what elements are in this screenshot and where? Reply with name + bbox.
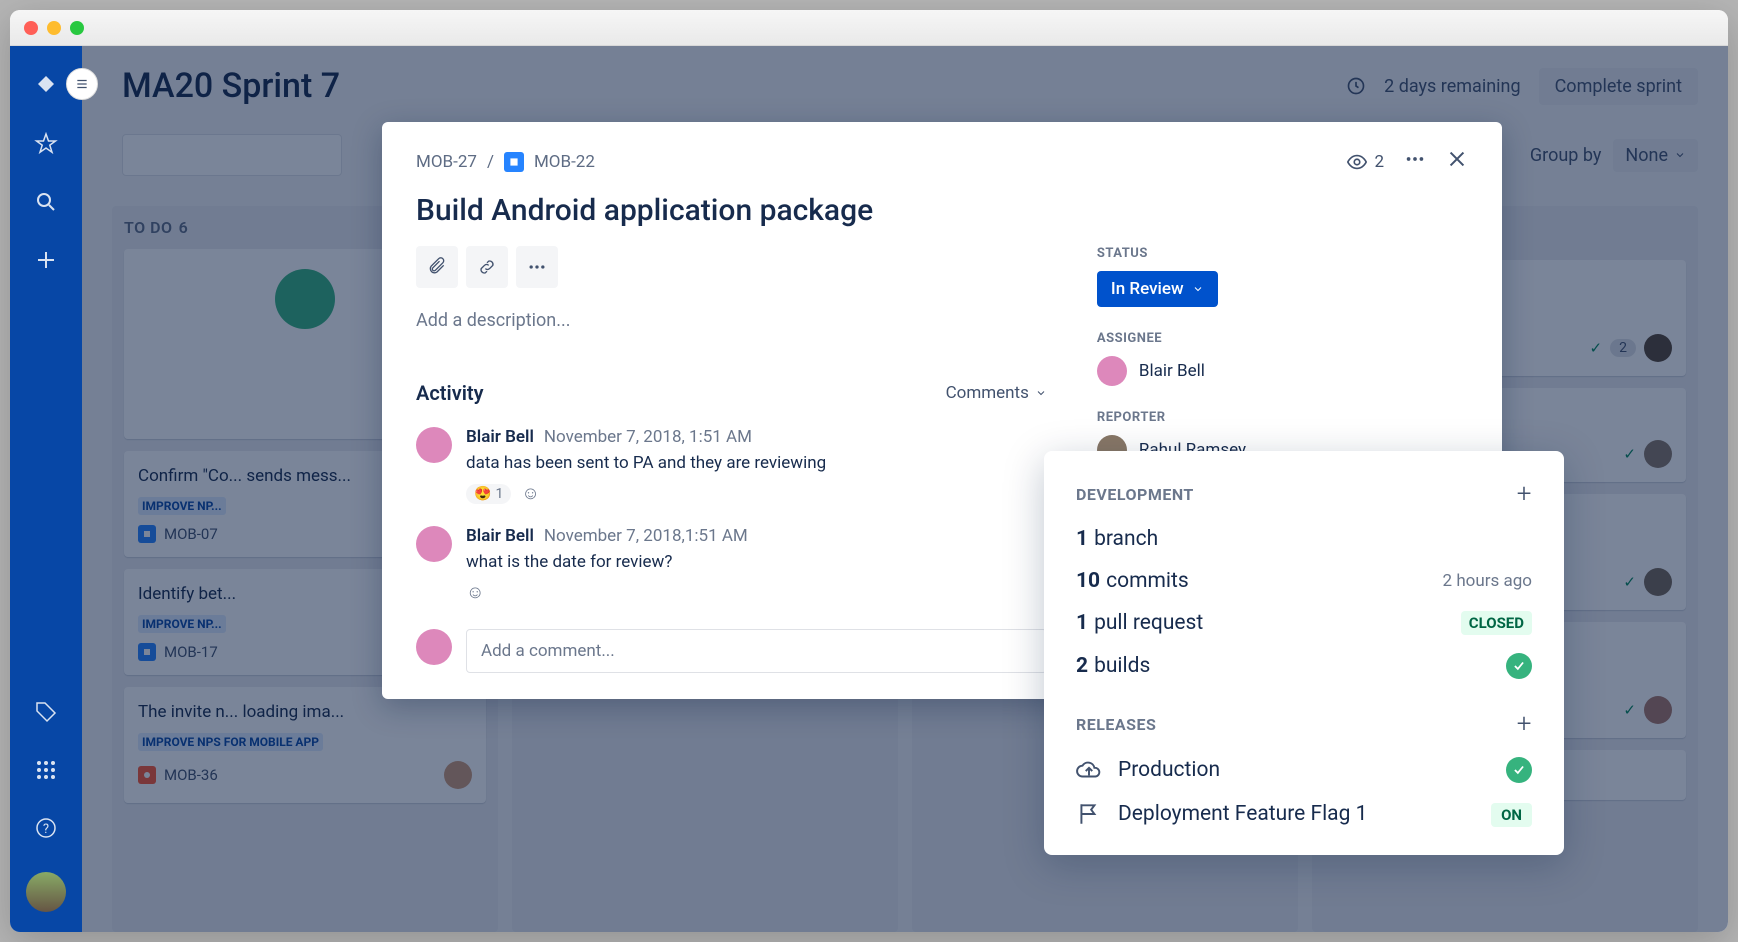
attachment-icon xyxy=(427,257,447,277)
builds-row[interactable]: 2builds xyxy=(1076,653,1532,679)
close-icon xyxy=(1446,148,1468,170)
global-sidebar: ? xyxy=(10,46,82,932)
more-actions-button[interactable] xyxy=(1404,148,1426,175)
link-icon xyxy=(477,257,497,277)
attach-button[interactable] xyxy=(416,246,458,288)
window-minimize-icon[interactable] xyxy=(47,21,61,35)
parent-issue-link[interactable]: MOB-27 xyxy=(416,152,477,172)
close-button[interactable] xyxy=(1446,148,1468,175)
assignee-field[interactable]: Blair Bell xyxy=(1097,356,1468,386)
feature-flag-row[interactable]: Deployment Feature Flag 1 ON xyxy=(1076,801,1532,827)
deploy-success-icon xyxy=(1506,757,1532,783)
window-zoom-icon[interactable] xyxy=(70,21,84,35)
jira-logo-icon[interactable] xyxy=(32,72,60,100)
pull-request-row[interactable]: 1pull request CLOSED xyxy=(1076,611,1532,635)
pr-status-badge: CLOSED xyxy=(1461,611,1532,635)
comment: Blair Bell November 7, 2018, 1:51 AM data… xyxy=(416,427,1047,504)
search-icon[interactable] xyxy=(32,188,60,216)
comment-text: data has been sent to PA and they are re… xyxy=(466,453,1047,473)
comment-input[interactable]: Add a comment... xyxy=(466,629,1047,673)
chevron-down-icon xyxy=(1035,387,1047,399)
watchers-count: 2 xyxy=(1374,152,1384,172)
comment-date: November 7, 2018,1:51 AM xyxy=(544,526,748,546)
add-reaction-button[interactable]: ☺ xyxy=(521,483,539,504)
release-env-row[interactable]: Production xyxy=(1076,757,1532,783)
help-icon[interactable]: ? xyxy=(32,814,60,842)
comment: Blair Bell November 7, 2018,1:51 AM what … xyxy=(416,526,1047,603)
development-heading: DEVELOPMENT xyxy=(1076,485,1194,504)
watch-button[interactable]: 2 xyxy=(1346,151,1384,173)
issue-key-link[interactable]: MOB-22 xyxy=(534,152,595,172)
comment-author: Blair Bell xyxy=(466,427,534,447)
comment-text: what is the date for review? xyxy=(466,552,1047,572)
releases-heading: RELEASES xyxy=(1076,715,1156,734)
status-label: STATUS xyxy=(1097,246,1468,261)
comment-avatar xyxy=(416,526,452,562)
more-icon xyxy=(527,257,547,277)
description-input[interactable]: Add a description... xyxy=(416,310,1047,331)
apps-icon[interactable] xyxy=(32,756,60,784)
heart-eyes-icon: 😍 xyxy=(474,486,491,502)
comment-author: Blair Bell xyxy=(466,526,534,546)
window-close-icon[interactable] xyxy=(24,21,38,35)
tag-icon[interactable] xyxy=(32,698,60,726)
add-development-button[interactable]: + xyxy=(1517,479,1532,509)
issue-title[interactable]: Build Android application package xyxy=(416,193,1468,228)
commits-row[interactable]: 10commits 2 hours ago xyxy=(1076,569,1532,593)
chevron-down-icon xyxy=(1192,283,1204,295)
assignee-avatar xyxy=(1097,356,1127,386)
cloud-upload-icon xyxy=(1076,757,1102,783)
profile-avatar[interactable] xyxy=(26,872,66,912)
create-icon[interactable] xyxy=(32,246,60,274)
activity-heading: Activity xyxy=(416,381,484,405)
reporter-label: REPORTER xyxy=(1097,410,1468,425)
assignee-label: ASSIGNEE xyxy=(1097,331,1468,346)
add-release-button[interactable]: + xyxy=(1517,709,1532,739)
reaction-badge[interactable]: 😍1 xyxy=(466,484,511,504)
flag-icon xyxy=(1076,801,1102,827)
comment-date: November 7, 2018, 1:51 AM xyxy=(544,427,752,447)
board-main: MA20 Sprint 7 2 days remaining Complete … xyxy=(82,46,1728,932)
flag-status-badge: ON xyxy=(1491,803,1532,827)
status-select[interactable]: In Review xyxy=(1097,271,1218,307)
activity-filter-select[interactable]: Comments xyxy=(946,383,1047,403)
branch-row[interactable]: 1branch xyxy=(1076,527,1532,551)
build-success-icon xyxy=(1506,653,1532,679)
comment-avatar xyxy=(416,427,452,463)
eye-icon xyxy=(1346,151,1368,173)
svg-text:?: ? xyxy=(43,822,49,837)
commits-timestamp: 2 hours ago xyxy=(1443,571,1532,591)
development-popover: DEVELOPMENT + 1branch 10commits 2 hours … xyxy=(1044,451,1564,855)
more-icon xyxy=(1404,148,1426,170)
more-tools-button[interactable] xyxy=(516,246,558,288)
star-icon[interactable] xyxy=(32,130,60,158)
breadcrumb: MOB-27 / MOB-22 xyxy=(416,152,595,172)
window-titlebar xyxy=(10,10,1728,46)
add-reaction-button[interactable]: ☺ xyxy=(466,582,484,603)
link-button[interactable] xyxy=(466,246,508,288)
story-icon xyxy=(504,152,524,172)
current-user-avatar xyxy=(416,629,452,665)
sidebar-toggle-button[interactable] xyxy=(66,68,98,100)
